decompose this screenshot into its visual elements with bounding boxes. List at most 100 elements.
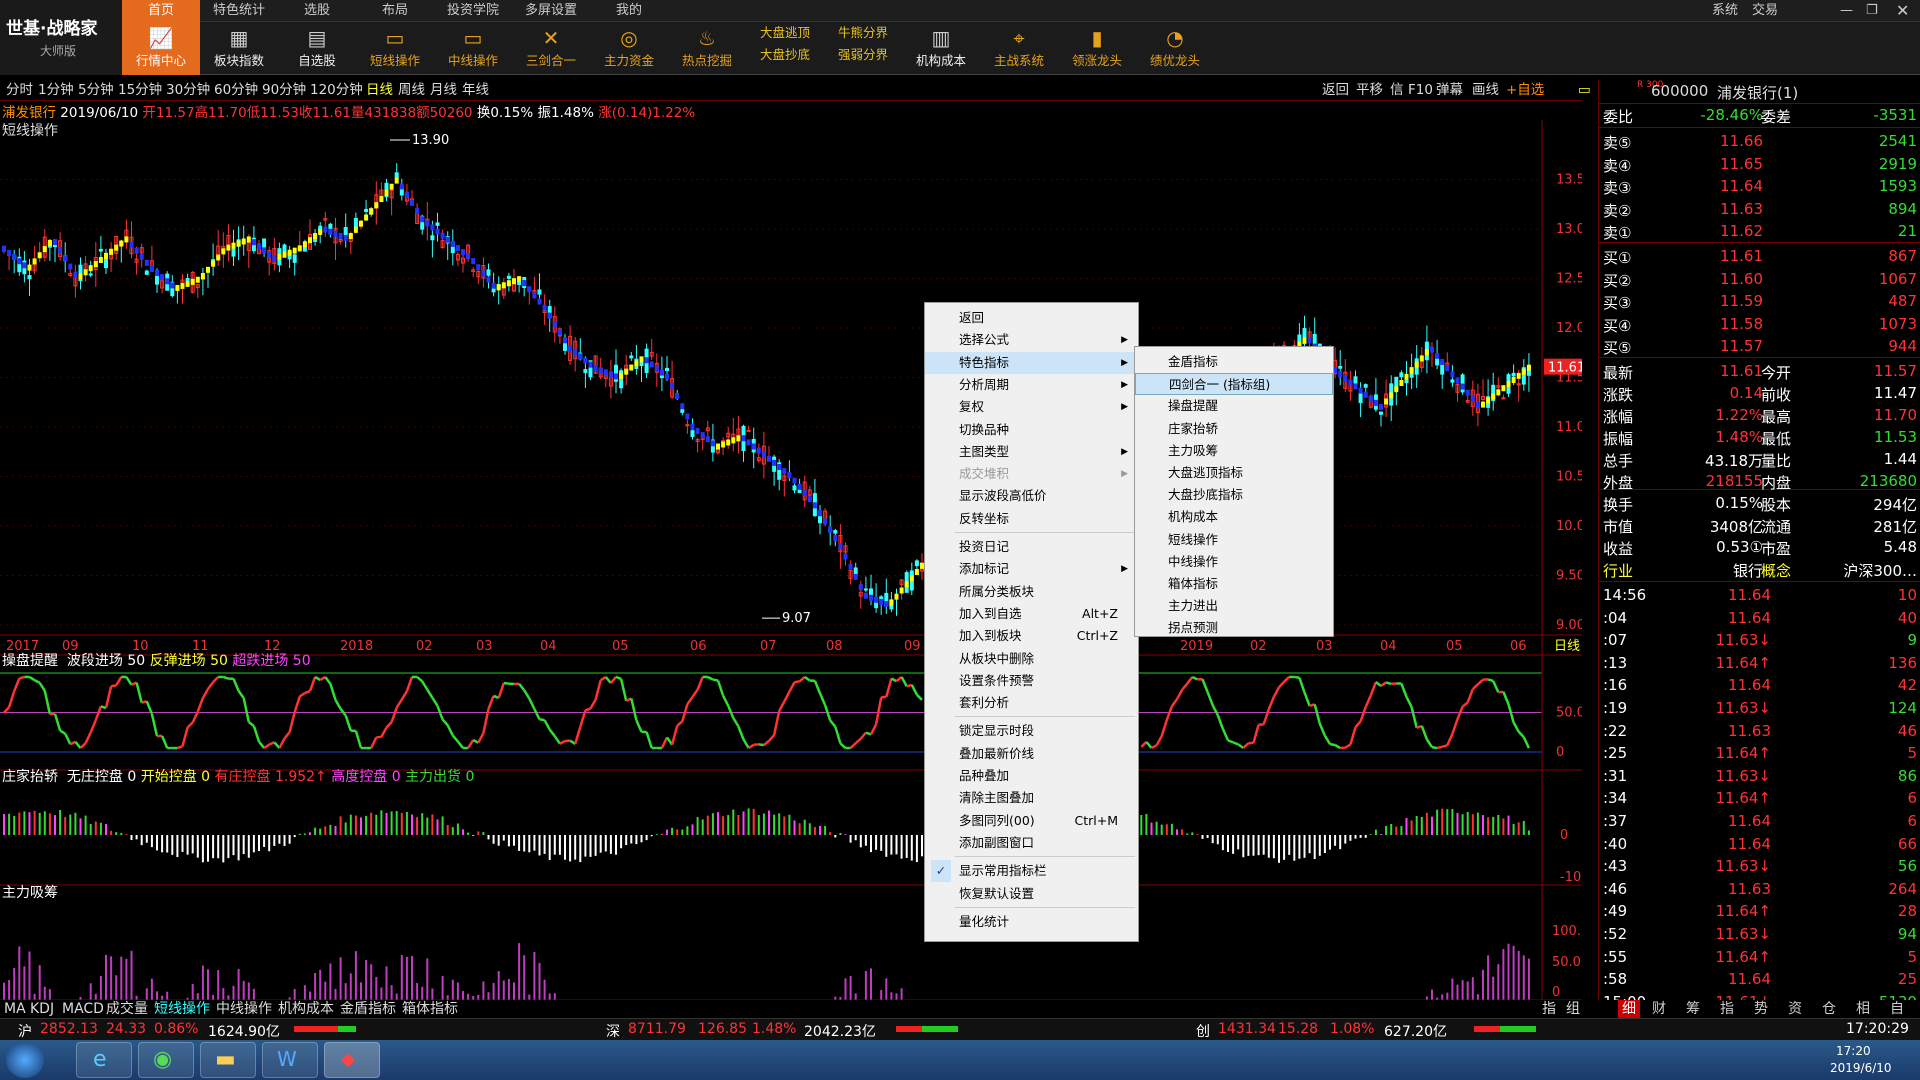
period-tick[interactable]: 分时 (6, 80, 33, 100)
submenu-item[interactable]: 箱体指标 (1135, 573, 1333, 595)
submenu-item[interactable]: 主力进出 (1135, 595, 1333, 617)
context-menu-item[interactable]: 从板块中删除 (925, 648, 1138, 670)
context-menu-item[interactable]: 套利分析 (925, 692, 1138, 714)
context-menu-item[interactable]: 多图同列(00) Ctrl+M (925, 810, 1138, 832)
folder-icon[interactable]: ▬ (200, 1042, 256, 1078)
submenu-item[interactable]: 中线操作 (1135, 551, 1333, 573)
period-15m[interactable]: 15分钟 (118, 80, 162, 100)
wps-icon[interactable]: W (262, 1042, 318, 1078)
period-60m[interactable]: 60分钟 (214, 80, 258, 100)
close-icon[interactable]: ✕ (1896, 0, 1909, 22)
context-menu-item[interactable]: 加入到板块 Ctrl+Z (925, 625, 1138, 647)
submenu-item[interactable]: 大盘抄底指标 (1135, 484, 1333, 506)
submenu-item[interactable]: 金盾指标 (1135, 351, 1333, 373)
period-90m[interactable]: 90分钟 (262, 80, 306, 100)
tool-leading-up[interactable]: ▮ 领涨龙头 (1058, 22, 1136, 75)
menu-academy[interactable]: 投资学院 (434, 0, 512, 22)
tool-quality-leader[interactable]: ◔ 绩优龙头 (1136, 22, 1214, 75)
tool-inst-cost[interactable]: ▥ 机构成本 (902, 22, 980, 75)
action-pan[interactable]: 平移 (1356, 80, 1383, 100)
context-menu-item[interactable]: 切换品种 (925, 419, 1138, 441)
context-menu-item[interactable]: 品种叠加 (925, 765, 1138, 787)
submenu-item[interactable]: 庄家抬轿 (1135, 418, 1333, 440)
context-menu-item[interactable]: 添加标记 ▶ (925, 558, 1138, 580)
context-menu-item[interactable]: 量化统计 (925, 911, 1138, 933)
trade-menu[interactable]: 交易 (1752, 0, 1778, 22)
period-weekly[interactable]: 周线 (398, 80, 425, 100)
context-menu-item[interactable]: 显示常用指标栏 ✓ (925, 860, 1138, 883)
tab-mid-term[interactable]: 中线操作 (216, 1000, 272, 1018)
menu-layout[interactable]: 布局 (356, 0, 434, 22)
tool-main-battle[interactable]: ⌖ 主战系统 (980, 22, 1058, 75)
context-menu-item[interactable]: 复权 ▶ (925, 396, 1138, 418)
menu-mine[interactable]: 我的 (590, 0, 668, 22)
quote-tab-5[interactable]: 资 (1788, 1000, 1802, 1018)
tab-inst-cost[interactable]: 机构成本 (278, 1000, 334, 1018)
context-menu-item[interactable]: 选择公式 ▶ (925, 329, 1138, 351)
tool-market-center[interactable]: 📈 行情中心 (122, 22, 200, 75)
tool-hotspot[interactable]: ♨ 热点挖掘 (668, 22, 746, 75)
quote-tab-7[interactable]: 相 (1856, 1000, 1870, 1018)
tab-macd[interactable]: MACD (62, 1000, 104, 1018)
context-menu-item[interactable]: 加入到自选 Alt+Z (925, 603, 1138, 625)
action-signal[interactable]: 信 (1390, 80, 1404, 100)
submenu-item[interactable]: 四剑合一 (指标组) (1135, 373, 1333, 396)
context-menu-item[interactable]: 分析周期 ▶ (925, 374, 1138, 396)
submenu-item[interactable]: 主力吸筹 (1135, 440, 1333, 462)
tab-box[interactable]: 箱体指标 (402, 1000, 458, 1018)
panel-toggle-icon[interactable]: ▭ (1578, 80, 1591, 100)
tool-mid-term[interactable]: ▭ 中线操作 (434, 22, 512, 75)
tab-golden-shield[interactable]: 金盾指标 (340, 1000, 396, 1018)
period-daily[interactable]: 日线 (366, 80, 393, 100)
quote-tab-8[interactable]: 自 (1890, 1000, 1904, 1018)
context-menu-item[interactable]: 清除主图叠加 (925, 787, 1138, 809)
action-add-watch[interactable]: +自选 (1506, 80, 1544, 100)
quote-tab-1[interactable]: 财 (1652, 1000, 1666, 1018)
period-30m[interactable]: 30分钟 (166, 80, 210, 100)
context-menu-item[interactable]: 特色指标 ▶ (925, 351, 1138, 374)
menu-multiscreen[interactable]: 多屏设置 (512, 0, 590, 22)
menu-stock-picker[interactable]: 选股 (278, 0, 356, 22)
submenu-item[interactable]: 拐点预测 (1135, 617, 1333, 639)
submenu-item[interactable]: 机构成本 (1135, 506, 1333, 528)
tool-short-term[interactable]: ▭ 短线操作 (356, 22, 434, 75)
tab-short-term[interactable]: 短线操作 (154, 1000, 210, 1018)
context-menu-item[interactable]: 添加副图窗口 (925, 832, 1138, 854)
tab-volume[interactable]: 成交量 (106, 1000, 148, 1018)
menu-home[interactable]: 首页 (122, 0, 200, 22)
maximize-icon[interactable]: ❐ (1866, 0, 1878, 22)
context-menu-item[interactable]: 叠加最新价线 (925, 743, 1138, 765)
context-menu-item[interactable]: 主图类型 ▶ (925, 441, 1138, 463)
context-menu-item[interactable]: 恢复默认设置 (925, 883, 1138, 905)
menu-special-stats[interactable]: 特色统计 (200, 0, 278, 22)
tab-ma[interactable]: MA (4, 1000, 26, 1018)
action-danmaku[interactable]: 弹幕 (1436, 80, 1463, 100)
tab-group[interactable]: 组 (1566, 1000, 1580, 1018)
context-menu-item[interactable]: 投资日记 (925, 536, 1138, 558)
tool-market-top-bottom[interactable]: 大盘逃顶 大盘抄底 (746, 22, 824, 75)
period-5m[interactable]: 5分钟 (78, 80, 114, 100)
quote-tab-4[interactable]: 势 (1754, 1000, 1768, 1018)
context-menu-item[interactable]: 显示波段高低价 (925, 485, 1138, 507)
tab-kdj[interactable]: KDJ (30, 1000, 54, 1018)
submenu-item[interactable]: 操盘提醒 (1135, 395, 1333, 417)
tab-indicator[interactable]: 指 (1542, 1000, 1556, 1018)
tool-bull-bear[interactable]: 牛熊分界 强弱分界 (824, 22, 902, 75)
submenu-item[interactable]: 大盘逃顶指标 (1135, 462, 1333, 484)
period-120m[interactable]: 120分钟 (310, 80, 363, 100)
chart-area[interactable]: 13.5013.0012.5012.0011.5011.0010.5010.00… (0, 120, 1582, 1000)
context-menu-item[interactable]: 反转坐标 (925, 508, 1138, 530)
quote-tab-3[interactable]: 指 (1720, 1000, 1734, 1018)
quote-tab-6[interactable]: 仓 (1822, 1000, 1836, 1018)
tool-main-funds[interactable]: ◎ 主力资金 (590, 22, 668, 75)
period-monthly[interactable]: 月线 (430, 80, 457, 100)
action-f10[interactable]: F10 (1408, 80, 1433, 100)
tool-watchlist[interactable]: ▤ 自选股 (278, 22, 356, 75)
quote-tab-2[interactable]: 筹 (1686, 1000, 1700, 1018)
action-draw[interactable]: 画线 (1472, 80, 1499, 100)
action-back[interactable]: 返回 (1322, 80, 1349, 100)
context-menu-item[interactable]: 所属分类板块 (925, 581, 1138, 603)
start-button[interactable] (6, 1042, 44, 1078)
ie-icon[interactable]: e (76, 1042, 132, 1078)
context-menu-item[interactable]: 设置条件预警 (925, 670, 1138, 692)
